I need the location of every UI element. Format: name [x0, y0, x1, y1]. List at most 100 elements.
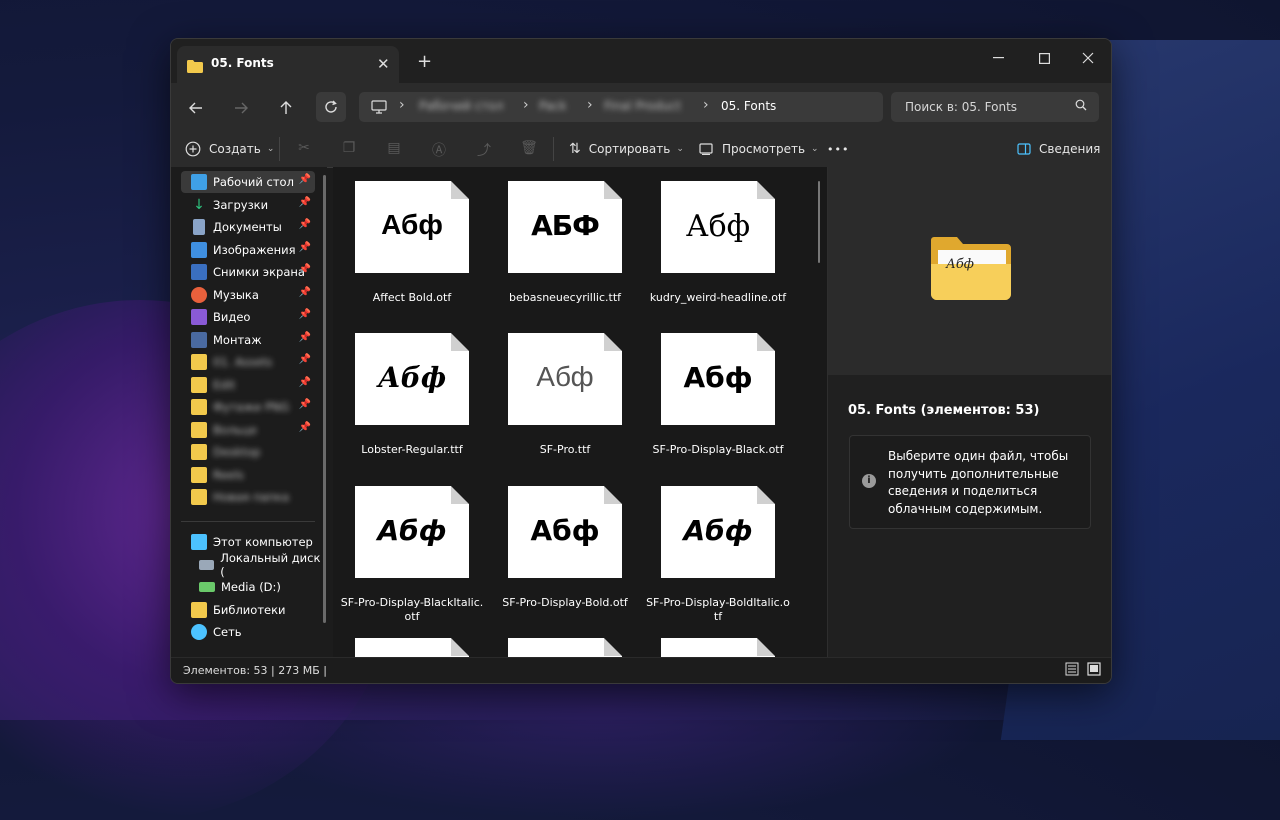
pin-icon: 📌	[298, 242, 311, 253]
sidebar-item-pictures[interactable]: Изображения 📌	[181, 239, 315, 261]
folder-icon	[187, 58, 203, 77]
sidebar-item-this-pc[interactable]: Этот компьютер	[181, 531, 315, 553]
sidebar-item-folder[interactable]: Edit 📌	[181, 374, 315, 396]
sidebar-item-folder[interactable]: 01. Assets 📌	[181, 351, 315, 373]
file-name: SF-Pro.ttf	[539, 443, 591, 456]
sidebar-item-folder[interactable]: Новая папка	[181, 486, 315, 508]
file-item[interactable]: АБФ bebasneuecyrillic.ttf	[486, 167, 626, 317]
details-view-icon[interactable]	[1063, 662, 1081, 680]
sidebar-item-montage[interactable]: Монтаж 📌	[181, 329, 315, 351]
refresh-button[interactable]	[316, 92, 346, 122]
sidebar-item-folder[interactable]: Reels	[181, 464, 315, 486]
file-item[interactable]: Абф SF-Pro.ttf	[486, 319, 626, 469]
cut-icon[interactable]: ✂	[295, 140, 313, 158]
maximize-button[interactable]	[1021, 43, 1067, 73]
pictures-icon	[191, 242, 207, 258]
folder-icon	[191, 399, 207, 415]
search-box[interactable]: Поиск в: 05. Fonts	[891, 92, 1099, 122]
close-window-button[interactable]	[1065, 43, 1111, 73]
delete-icon[interactable]: 🗑	[520, 140, 538, 158]
copy-icon[interactable]: ❐	[340, 140, 358, 158]
file-item[interactable]	[486, 624, 626, 657]
font-preview-glyph: Абф	[683, 361, 753, 394]
paste-icon[interactable]: ▤	[385, 140, 403, 158]
sidebar-item-label: Снимки экрана	[213, 265, 305, 279]
file-item[interactable]	[639, 624, 779, 657]
sidebar-item-screenshots[interactable]: Снимки экрана 📌	[181, 261, 315, 283]
forward-button[interactable]	[227, 94, 255, 122]
folder-icon	[191, 422, 207, 438]
new-tab-button[interactable]: +	[417, 51, 432, 72]
file-name: kudry_weird-headline.otf	[649, 291, 787, 304]
font-preview-glyph: Абф	[683, 514, 753, 547]
sidebar-item-label: Новая папка	[213, 490, 290, 504]
sidebar-item-label: Вольце	[213, 423, 257, 437]
file-item[interactable]: Абф Affect Bold.otf	[333, 167, 473, 317]
details-pane-icon	[1017, 143, 1031, 155]
sidebar-item-media-drive[interactable]: Media (D:)	[189, 576, 323, 598]
sidebar-item-network[interactable]: Сеть	[181, 621, 315, 643]
font-preview-glyph: Абф	[536, 361, 594, 392]
plus-circle-icon	[185, 141, 201, 157]
sidebar-item-downloads[interactable]: ↓ Загрузки 📌	[181, 194, 315, 216]
path-breadcrumb[interactable]: › Рабочий стол › Pack › Final Product › …	[359, 92, 883, 122]
file-item[interactable]: Абф SF-Pro-Display-Black.otf	[639, 319, 784, 469]
search-icon	[1075, 99, 1087, 115]
folder-icon	[191, 377, 207, 393]
sidebar-item-label: Edit	[213, 378, 236, 392]
crumb-pack[interactable]: Pack	[539, 99, 567, 113]
share-icon[interactable]: ⤴	[475, 140, 493, 159]
sort-button[interactable]: ⇅ Сортировать ⌄	[569, 135, 684, 163]
close-tab-icon[interactable]: ✕	[377, 55, 390, 73]
sidebar-item-desktop[interactable]: Рабочий стол 📌	[181, 171, 315, 193]
rename-icon[interactable]: Ⓐ	[430, 140, 448, 159]
sidebar-item-music[interactable]: Музыка 📌	[181, 284, 315, 306]
status-bar: Элементов: 53 | 273 МБ |	[171, 657, 1111, 683]
document-icon	[193, 219, 205, 235]
crumb-current[interactable]: 05. Fonts	[721, 99, 776, 113]
file-item[interactable]: Абф Lobster-Regular.ttf	[333, 319, 473, 469]
file-item[interactable]: Абф SF-Pro-Display-BoldItalic.otf	[639, 472, 790, 623]
minimize-button[interactable]	[975, 43, 1021, 73]
sidebar-item-label: Монтаж	[213, 333, 262, 347]
crumb-desktop[interactable]: Рабочий стол	[419, 99, 503, 113]
font-thumbnail: Абф	[661, 181, 775, 273]
create-button[interactable]: Создать ⌄	[185, 135, 274, 163]
chevron-down-icon: ⌄	[266, 144, 275, 154]
sidebar-item-documents[interactable]: Документы 📌	[181, 216, 315, 238]
content-scrollbar[interactable]	[818, 181, 820, 263]
sidebar-item-video[interactable]: Видео 📌	[181, 306, 315, 328]
details-pane-button[interactable]: Сведения	[1017, 135, 1100, 163]
file-item[interactable]: Абф SF-Pro-Display-Bold.otf	[486, 472, 628, 622]
sidebar-item-local-disk[interactable]: Локальный диск (	[189, 551, 323, 579]
sidebar-item-folder[interactable]: Вольце 📌	[181, 419, 315, 441]
sidebar-item-folder[interactable]: Desktop	[181, 441, 315, 463]
file-item[interactable]	[333, 624, 473, 657]
back-button[interactable]	[182, 94, 210, 122]
file-name: Affect Bold.otf	[372, 291, 452, 304]
more-options-button[interactable]: •••	[827, 135, 849, 163]
sidebar-item-label: Библиотеки	[213, 603, 286, 617]
file-item[interactable]: Абф SF-Pro-Display-BlackItalic.otf	[333, 472, 483, 623]
pin-icon: 📌	[298, 354, 311, 365]
sidebar-item-label: Изображения	[213, 243, 296, 257]
sidebar-item-libraries[interactable]: Библиотеки	[181, 599, 315, 621]
large-icons-view-icon[interactable]	[1085, 662, 1103, 680]
sidebar-scrollbar[interactable]	[323, 175, 326, 623]
folder-icon	[191, 354, 207, 370]
up-button[interactable]	[272, 94, 300, 122]
details-label: Сведения	[1039, 142, 1101, 156]
pin-icon: 📌	[298, 219, 311, 230]
sidebar-item-label: Desktop	[213, 445, 261, 459]
sidebar-item-folder[interactable]: Футажи PNG 📌	[181, 396, 315, 418]
tab-fonts[interactable]: 05. Fonts ✕	[177, 46, 399, 83]
crumb-final-product[interactable]: Final Product	[604, 99, 681, 113]
pin-icon: 📌	[298, 264, 311, 275]
folder-icon	[191, 489, 207, 505]
view-button[interactable]: Просмотреть ⌄	[699, 135, 819, 163]
file-item[interactable]: Абф kudry_weird-headline.otf	[639, 167, 786, 317]
view-icon	[699, 143, 713, 155]
font-preview-glyph: Абф	[530, 514, 600, 547]
music-icon	[191, 287, 207, 303]
divider	[279, 137, 280, 161]
